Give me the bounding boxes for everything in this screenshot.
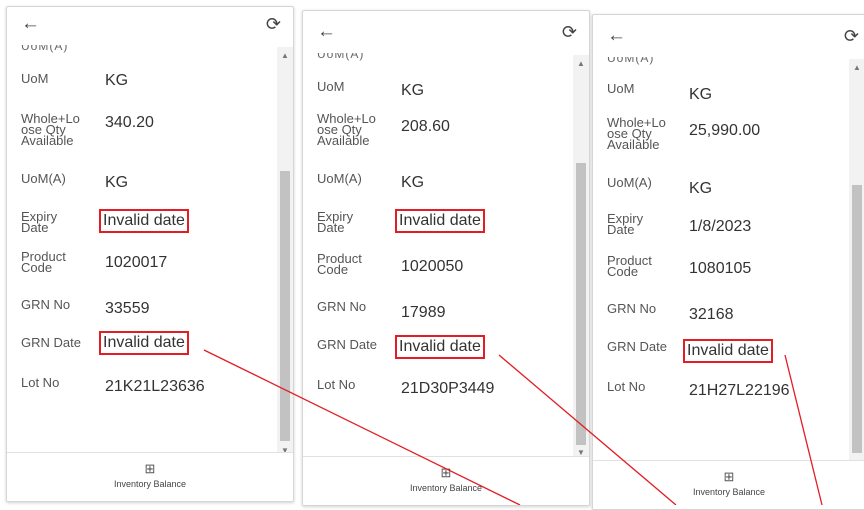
bottom-nav: ⊞ Inventory Balance bbox=[303, 456, 589, 505]
value-lot: 21K21L23636 bbox=[105, 378, 205, 395]
value-lot: 21H27L22196 bbox=[689, 382, 790, 399]
label-uom: UoM bbox=[607, 81, 635, 96]
label-product: Product Code bbox=[607, 253, 652, 279]
back-arrow-icon[interactable]: ← bbox=[317, 21, 336, 43]
value-grndate: Invalid date bbox=[683, 339, 773, 363]
label-grn: GRN No bbox=[607, 301, 657, 316]
value-grn: 33559 bbox=[105, 300, 150, 317]
label-qty: Whole+Lo ose Qty Available bbox=[607, 115, 666, 152]
nav-label: Inventory Balance bbox=[409, 483, 483, 493]
cut-off-label: UoM(A) bbox=[607, 57, 655, 65]
grid-icon: ⊞ bbox=[144, 461, 156, 476]
label-uom: UoM bbox=[21, 71, 49, 86]
value-grn: 32168 bbox=[689, 306, 734, 323]
value-uoma: KG bbox=[689, 180, 713, 197]
scroll-up-arrow-icon[interactable]: ▲ bbox=[277, 51, 293, 60]
nav-inventory-balance[interactable]: ⊞ Inventory Balance bbox=[593, 469, 864, 497]
value-grndate: Invalid date bbox=[99, 331, 189, 355]
back-arrow-icon[interactable]: ← bbox=[607, 25, 626, 47]
cut-off-label: UoM(A) bbox=[317, 53, 365, 61]
panel-3: ← ⟳ UoM(A) UoM KG Whole+Lo ose Qty Avail… bbox=[592, 14, 864, 510]
label-expiry: Expiry Date bbox=[317, 209, 354, 235]
scroll-up-arrow-icon[interactable]: ▲ bbox=[573, 59, 589, 68]
label-lot: Lot No bbox=[21, 375, 60, 390]
value-product: 1020017 bbox=[105, 254, 168, 271]
label-uoma: UoM(A) bbox=[317, 171, 362, 186]
label-uom: UoM bbox=[317, 79, 345, 94]
grid-icon: ⊞ bbox=[723, 469, 735, 484]
label-lot: Lot No bbox=[607, 379, 646, 394]
label-grndate: GRN Date bbox=[21, 335, 81, 350]
label-grndate: GRN Date bbox=[607, 339, 667, 354]
bottom-nav: ⊞ Inventory Balance bbox=[593, 460, 864, 509]
panel-1: ← ⟳ UoM(A) UoM KG Whole+Lo ose Qty Avail… bbox=[6, 6, 294, 502]
label-qty: Whole+Lo ose Qty Available bbox=[317, 111, 376, 148]
nav-label: Inventory Balance bbox=[692, 487, 766, 497]
value-product: 1080105 bbox=[689, 260, 752, 277]
value-qty: 340.20 bbox=[105, 114, 154, 131]
value-uoma: KG bbox=[105, 174, 129, 191]
refresh-icon[interactable]: ⟳ bbox=[266, 13, 281, 35]
scroll-up-arrow-icon[interactable]: ▲ bbox=[849, 63, 864, 72]
value-uoma: KG bbox=[401, 174, 425, 191]
value-grn: 17989 bbox=[401, 304, 446, 321]
label-lot: Lot No bbox=[317, 377, 356, 392]
top-bar: ← ⟳ bbox=[303, 11, 589, 49]
label-grndate: GRN Date bbox=[317, 337, 377, 352]
back-arrow-icon[interactable]: ← bbox=[21, 13, 40, 35]
label-product: Product Code bbox=[317, 251, 362, 277]
nav-inventory-balance[interactable]: ⊞ Inventory Balance bbox=[7, 461, 293, 489]
detail-list: UoM(A) UoM KG Whole+Lo ose Qty Available… bbox=[593, 57, 864, 471]
refresh-icon[interactable]: ⟳ bbox=[844, 25, 859, 47]
detail-list: UoM(A) UoM KG Whole+Lo ose Qty Available… bbox=[7, 45, 293, 459]
scrollbar[interactable]: ▲ bbox=[849, 59, 864, 463]
value-lot: 21D30P3449 bbox=[401, 380, 495, 397]
label-uoma: UoM(A) bbox=[607, 175, 652, 190]
value-product: 1020050 bbox=[401, 258, 464, 275]
scrollbar-thumb[interactable] bbox=[280, 171, 290, 441]
value-uom: KG bbox=[105, 72, 129, 89]
value-grndate: Invalid date bbox=[395, 335, 485, 359]
label-qty: Whole+Lo ose Qty Available bbox=[21, 111, 80, 148]
label-product: Product Code bbox=[21, 249, 66, 275]
value-uom: KG bbox=[689, 86, 713, 103]
label-grn: GRN No bbox=[21, 297, 71, 312]
scrollbar-thumb[interactable] bbox=[576, 163, 586, 445]
bottom-nav: ⊞ Inventory Balance bbox=[7, 452, 293, 501]
label-expiry: Expiry Date bbox=[607, 211, 644, 237]
refresh-icon[interactable]: ⟳ bbox=[562, 21, 577, 43]
value-expiry: 1/8/2023 bbox=[689, 218, 752, 235]
panel-2: ← ⟳ UoM(A) UoM KG Whole+Lo ose Qty Avail… bbox=[302, 10, 590, 506]
cut-off-label: UoM(A) bbox=[21, 45, 69, 53]
scrollbar[interactable]: ▲ ▼ bbox=[573, 55, 589, 459]
nav-inventory-balance[interactable]: ⊞ Inventory Balance bbox=[303, 465, 589, 493]
detail-list: UoM(A) UoM KG Whole+Lo ose Qty Available… bbox=[303, 53, 589, 467]
value-qty: 25,990.00 bbox=[689, 122, 761, 139]
grid-icon: ⊞ bbox=[440, 465, 452, 480]
value-expiry: Invalid date bbox=[99, 209, 189, 233]
nav-label: Inventory Balance bbox=[113, 479, 187, 489]
label-expiry: Expiry Date bbox=[21, 209, 58, 235]
top-bar: ← ⟳ bbox=[7, 7, 293, 45]
top-bar: ← ⟳ bbox=[593, 15, 864, 53]
label-uoma: UoM(A) bbox=[21, 171, 66, 186]
scrollbar-thumb[interactable] bbox=[852, 185, 862, 453]
value-expiry: Invalid date bbox=[395, 209, 485, 233]
scrollbar[interactable]: ▲ ▼ bbox=[277, 47, 293, 457]
value-qty: 208.60 bbox=[401, 118, 450, 135]
value-uom: KG bbox=[401, 82, 425, 99]
label-grn: GRN No bbox=[317, 299, 367, 314]
